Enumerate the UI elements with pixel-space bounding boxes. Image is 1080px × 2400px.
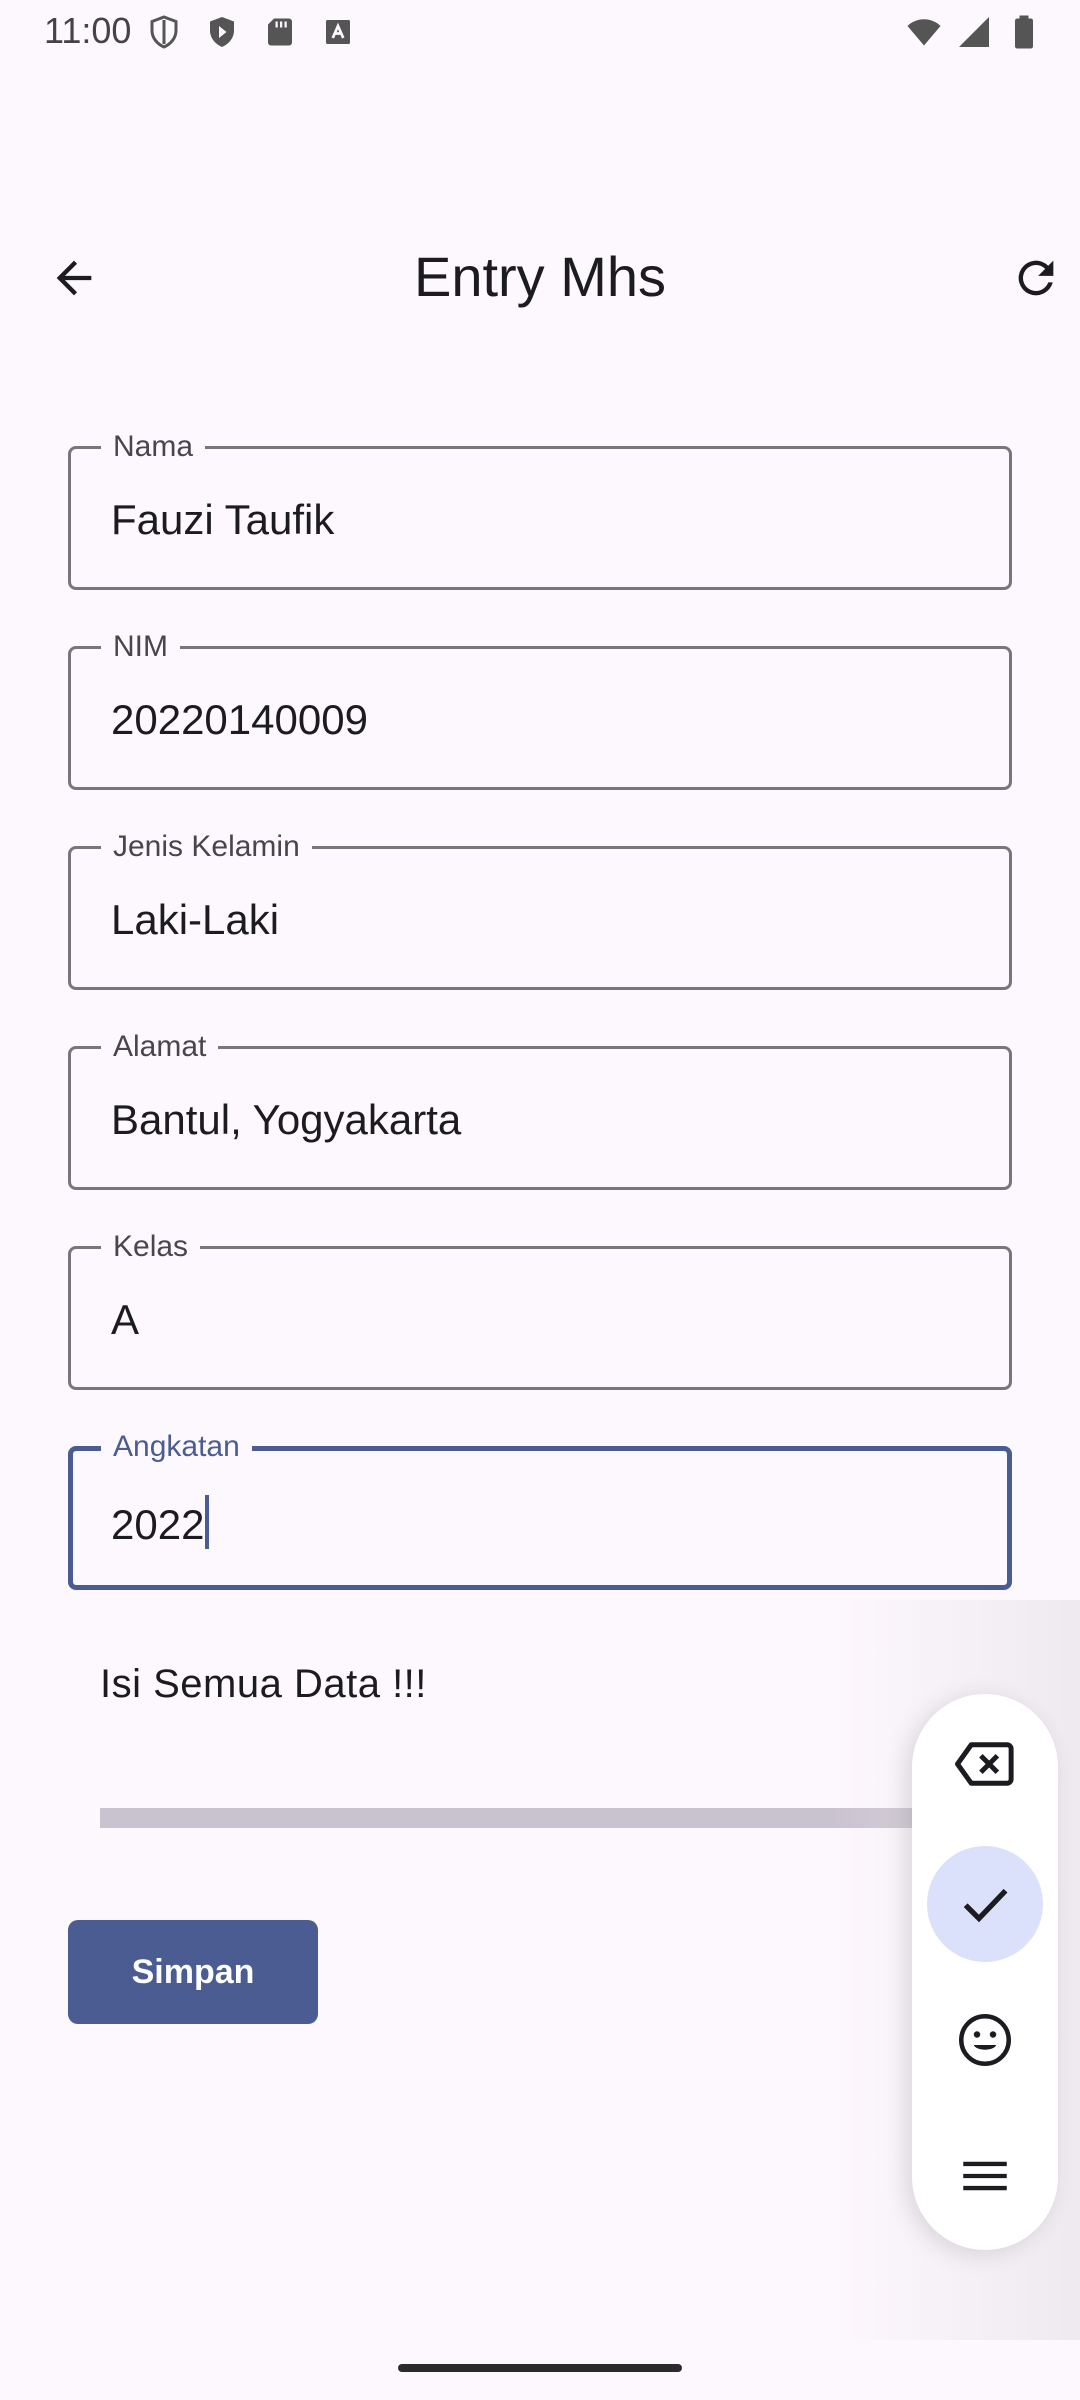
page-title: Entry Mhs <box>413 245 667 308</box>
menu-icon <box>963 2161 1007 2191</box>
nim-field-label: NIM <box>101 629 180 665</box>
signal-icon <box>959 17 989 47</box>
jenis-kelamin-field-label: Jenis Kelamin <box>101 829 312 865</box>
home-indicator[interactable] <box>398 2364 682 2372</box>
nim-field-value: 20220140009 <box>111 696 368 743</box>
angkatan-field-label: Angkatan <box>101 1429 252 1465</box>
alamat-field[interactable]: Alamat Bantul, Yogyakarta <box>68 1029 1012 1190</box>
kelas-field[interactable]: Kelas A <box>68 1229 1012 1390</box>
kelas-field-value: A <box>111 1296 140 1343</box>
angkatan-field-value: 2022 <box>111 1501 205 1548</box>
alamat-field-label: Alamat <box>101 1029 219 1065</box>
backspace-button[interactable] <box>927 1706 1043 1822</box>
nama-field-label: Nama <box>101 429 206 465</box>
kelas-field-label: Kelas <box>101 1229 201 1265</box>
top-app-bar: Entry Mhs <box>0 210 1080 340</box>
keyboard-side-panel <box>912 1694 1058 2250</box>
angkatan-field[interactable]: Angkatan 2022 <box>68 1429 1012 1590</box>
validation-message: Isi Semua Data !!! <box>100 1662 427 1706</box>
keyboard-a-icon <box>326 20 350 44</box>
wifi-icon <box>907 19 941 46</box>
save-button[interactable]: Simpan <box>68 1920 318 2024</box>
status-icons-right <box>906 14 1042 50</box>
angkatan-field-value-wrap: 2022 <box>111 1495 210 1550</box>
check-icon <box>963 1888 1008 1923</box>
status-icons-left <box>146 14 356 50</box>
sd-card-icon <box>268 18 292 46</box>
nama-field-value: Fauzi Taufik <box>111 496 335 543</box>
menu-button[interactable] <box>927 2118 1043 2234</box>
text-cursor <box>205 1495 210 1549</box>
refresh-button[interactable] <box>998 240 1074 316</box>
shield-icon <box>150 15 178 49</box>
jenis-kelamin-field[interactable]: Jenis Kelamin Laki-Laki <box>68 829 1012 990</box>
alamat-field-value: Bantul, Yogyakarta <box>111 1096 462 1143</box>
play-protect-icon <box>210 17 234 47</box>
jenis-kelamin-field-value: Laki-Laki <box>111 896 280 943</box>
done-button[interactable] <box>927 1846 1043 1962</box>
emoji-button[interactable] <box>927 1982 1043 2098</box>
status-bar: 11:00 <box>0 0 1080 60</box>
emoji-icon <box>959 2014 1011 2066</box>
refresh-icon <box>1018 260 1054 296</box>
backspace-icon <box>955 1742 1014 1786</box>
battery-icon <box>1015 15 1033 49</box>
nim-field[interactable]: NIM 20220140009 <box>68 629 1012 790</box>
nama-field[interactable]: Nama Fauzi Taufik <box>68 429 1012 590</box>
status-time: 11:00 <box>44 10 132 51</box>
